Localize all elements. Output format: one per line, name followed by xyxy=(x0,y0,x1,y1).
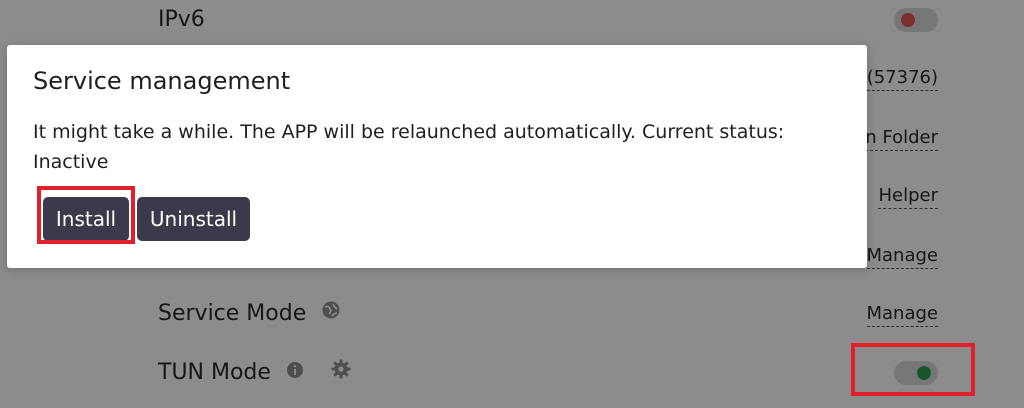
dialog-message: It might take a while. The APP will be r… xyxy=(33,121,785,173)
dialog-title: Service management xyxy=(33,67,291,95)
install-button[interactable]: Install xyxy=(43,197,129,241)
uninstall-button[interactable]: Uninstall xyxy=(137,197,250,241)
service-management-dialog: Service management It might take a while… xyxy=(7,45,867,268)
